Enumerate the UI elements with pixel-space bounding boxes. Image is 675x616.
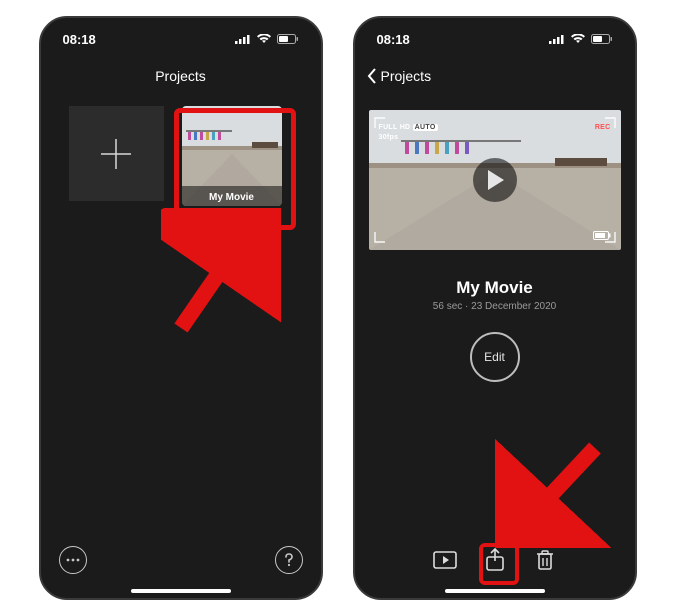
video-fps-label: 30fps: [379, 134, 399, 141]
footer-bar: [41, 546, 321, 584]
chevron-left-icon: [367, 68, 377, 84]
status-bar: 08:18: [41, 18, 321, 54]
plus-icon: [99, 137, 133, 171]
video-resolution-label: FULL HD AUTO: [379, 124, 438, 131]
ellipsis-icon: [66, 558, 80, 562]
delete-button[interactable]: [533, 548, 557, 572]
home-indicator[interactable]: [131, 589, 231, 593]
signal-icon: [235, 34, 251, 44]
phone-detail-screen: 08:18 Projects: [353, 16, 637, 600]
annotation-arrow: [495, 438, 615, 548]
play-icon: [486, 170, 504, 190]
status-bar: 08:18: [355, 18, 635, 54]
edit-button[interactable]: Edit: [470, 332, 520, 382]
status-icons: [549, 34, 613, 44]
share-button[interactable]: [483, 548, 507, 572]
question-icon: [284, 553, 294, 567]
more-options-button[interactable]: [59, 546, 87, 574]
help-button[interactable]: [275, 546, 303, 574]
back-button[interactable]: Projects: [355, 54, 635, 84]
movie-title: My Movie: [355, 278, 635, 298]
battery-icon: [591, 34, 613, 44]
movie-metadata: 56 sec · 23 December 2020: [355, 301, 635, 312]
video-preview[interactable]: FULL HD AUTO 30fps REC: [369, 110, 621, 250]
edit-label: Edit: [484, 350, 505, 364]
play-toolbar-button[interactable]: [433, 548, 457, 572]
trash-icon: [535, 549, 555, 571]
projects-grid: My Movie: [41, 84, 321, 228]
share-icon: [485, 548, 505, 572]
create-project-button[interactable]: [69, 106, 164, 201]
wifi-icon: [257, 34, 271, 44]
project-tile-my-movie[interactable]: My Movie: [182, 106, 282, 206]
play-button[interactable]: [473, 158, 517, 202]
status-icons: [235, 34, 299, 44]
play-rect-icon: [433, 551, 457, 569]
toolbar: [355, 548, 635, 582]
page-title: Projects: [41, 68, 321, 84]
home-indicator[interactable]: [445, 589, 545, 593]
battery-overlay-icon: [593, 231, 611, 240]
wifi-icon: [571, 34, 585, 44]
video-rec-label: REC: [595, 124, 611, 131]
phone-projects-screen: 08:18 Projects: [39, 16, 323, 600]
battery-icon: [277, 34, 299, 44]
project-thumbnail: [182, 106, 282, 206]
signal-icon: [549, 34, 565, 44]
project-tile-label: My Movie: [182, 192, 282, 203]
back-label: Projects: [381, 68, 432, 84]
status-time: 08:18: [63, 32, 96, 47]
status-time: 08:18: [377, 32, 410, 47]
